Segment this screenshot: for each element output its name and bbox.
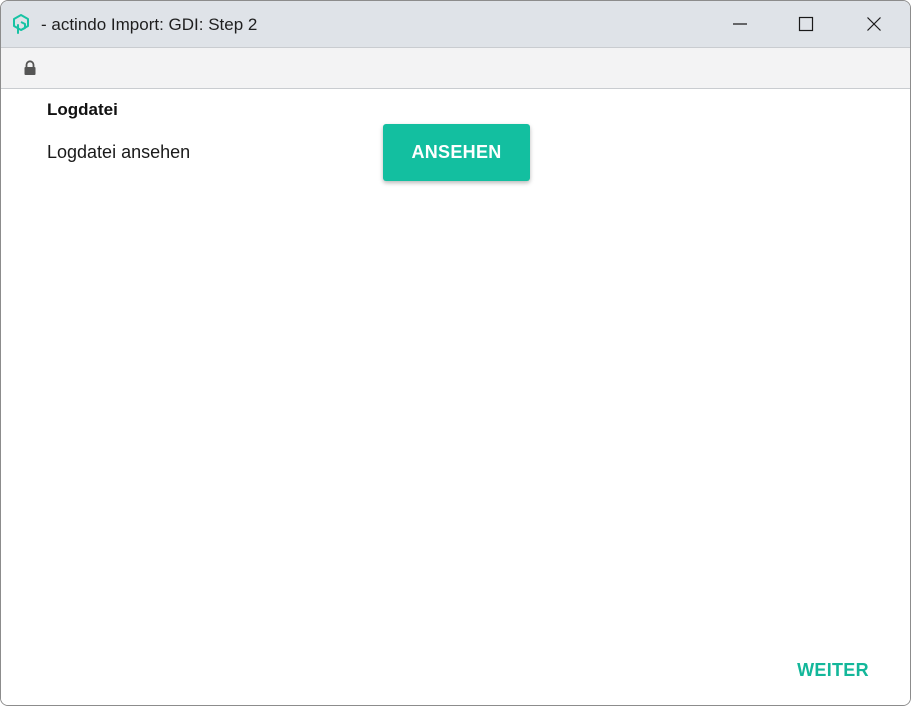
- window-title: - actindo Import: GDI: Step 2: [41, 15, 258, 34]
- lock-icon: [24, 60, 36, 75]
- next-button[interactable]: WEITER: [783, 652, 883, 688]
- title-bar[interactable]: - actindo Import: GDI: Step 2: [1, 1, 910, 47]
- main-content: Logdatei Logdatei ansehen ANSEHEN WEITER: [1, 89, 910, 705]
- address-bar: [1, 47, 910, 89]
- section-title: Logdatei: [47, 100, 118, 119]
- app-window: - actindo Import: GDI: Step 2 Logdatei L…: [0, 0, 911, 706]
- maximize-icon: [798, 16, 814, 32]
- close-icon: [867, 17, 881, 31]
- actindo-logo-icon: [13, 14, 29, 34]
- close-button[interactable]: [841, 1, 907, 47]
- minimize-button[interactable]: [707, 1, 773, 47]
- view-log-button[interactable]: ANSEHEN: [383, 124, 530, 181]
- minimize-icon: [733, 23, 747, 25]
- log-file-label: Logdatei ansehen: [47, 142, 191, 162]
- maximize-button[interactable]: [773, 1, 839, 47]
